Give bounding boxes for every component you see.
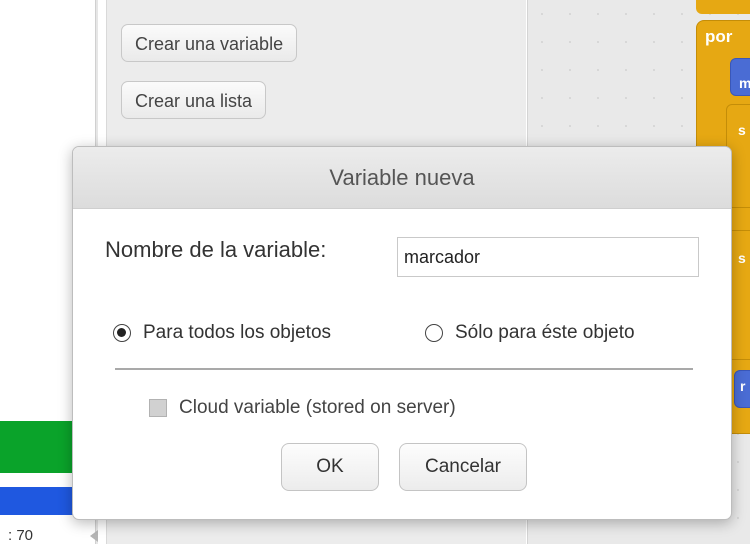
radio-for-all-sprites[interactable]: Para todos los objetos xyxy=(113,321,331,345)
checkbox-icon[interactable] xyxy=(149,399,167,417)
dialog-title: Variable nueva xyxy=(329,165,475,190)
variable-name-input[interactable] xyxy=(397,237,699,277)
cancel-button[interactable]: Cancelar xyxy=(399,443,527,491)
radio-for-this-sprite[interactable]: Sólo para éste objeto xyxy=(425,321,635,345)
motion-block-2-label: r xyxy=(740,378,746,394)
new-variable-dialog: Variable nueva Nombre de la variable: Pa… xyxy=(72,146,732,520)
make-list-button[interactable]: Crear una lista xyxy=(121,81,267,119)
cloud-variable-option[interactable]: Cloud variable (stored on server) xyxy=(149,396,456,420)
scroll-left-arrow-icon[interactable] xyxy=(90,530,98,542)
cloud-variable-label: Cloud variable (stored on server) xyxy=(179,397,456,418)
if-block-2-label: s xyxy=(738,250,746,266)
stage-readout: : 70 xyxy=(8,527,34,544)
green-sprite-bar xyxy=(0,421,80,473)
motion-block-label: m xyxy=(739,75,750,91)
make-variable-button[interactable]: Crear una variable xyxy=(121,24,298,62)
forever-block-label: por xyxy=(705,27,733,46)
if-block-1-label: s xyxy=(738,122,746,138)
radio-for-all-sprites-label: Para todos los objetos xyxy=(143,322,332,343)
variable-name-label: Nombre de la variable: xyxy=(105,237,327,262)
blue-sprite-bar xyxy=(0,487,80,515)
radio-for-this-sprite-label: Sólo para éste objeto xyxy=(455,322,635,343)
radio-checked-icon[interactable] xyxy=(113,324,131,342)
block-stack-top[interactable] xyxy=(696,0,750,14)
radio-unchecked-icon[interactable] xyxy=(425,324,443,342)
scratch-editor: : 70 Crear una variable Crear una lista … xyxy=(0,0,750,544)
dialog-divider xyxy=(115,368,693,370)
ok-button[interactable]: OK xyxy=(281,443,379,491)
